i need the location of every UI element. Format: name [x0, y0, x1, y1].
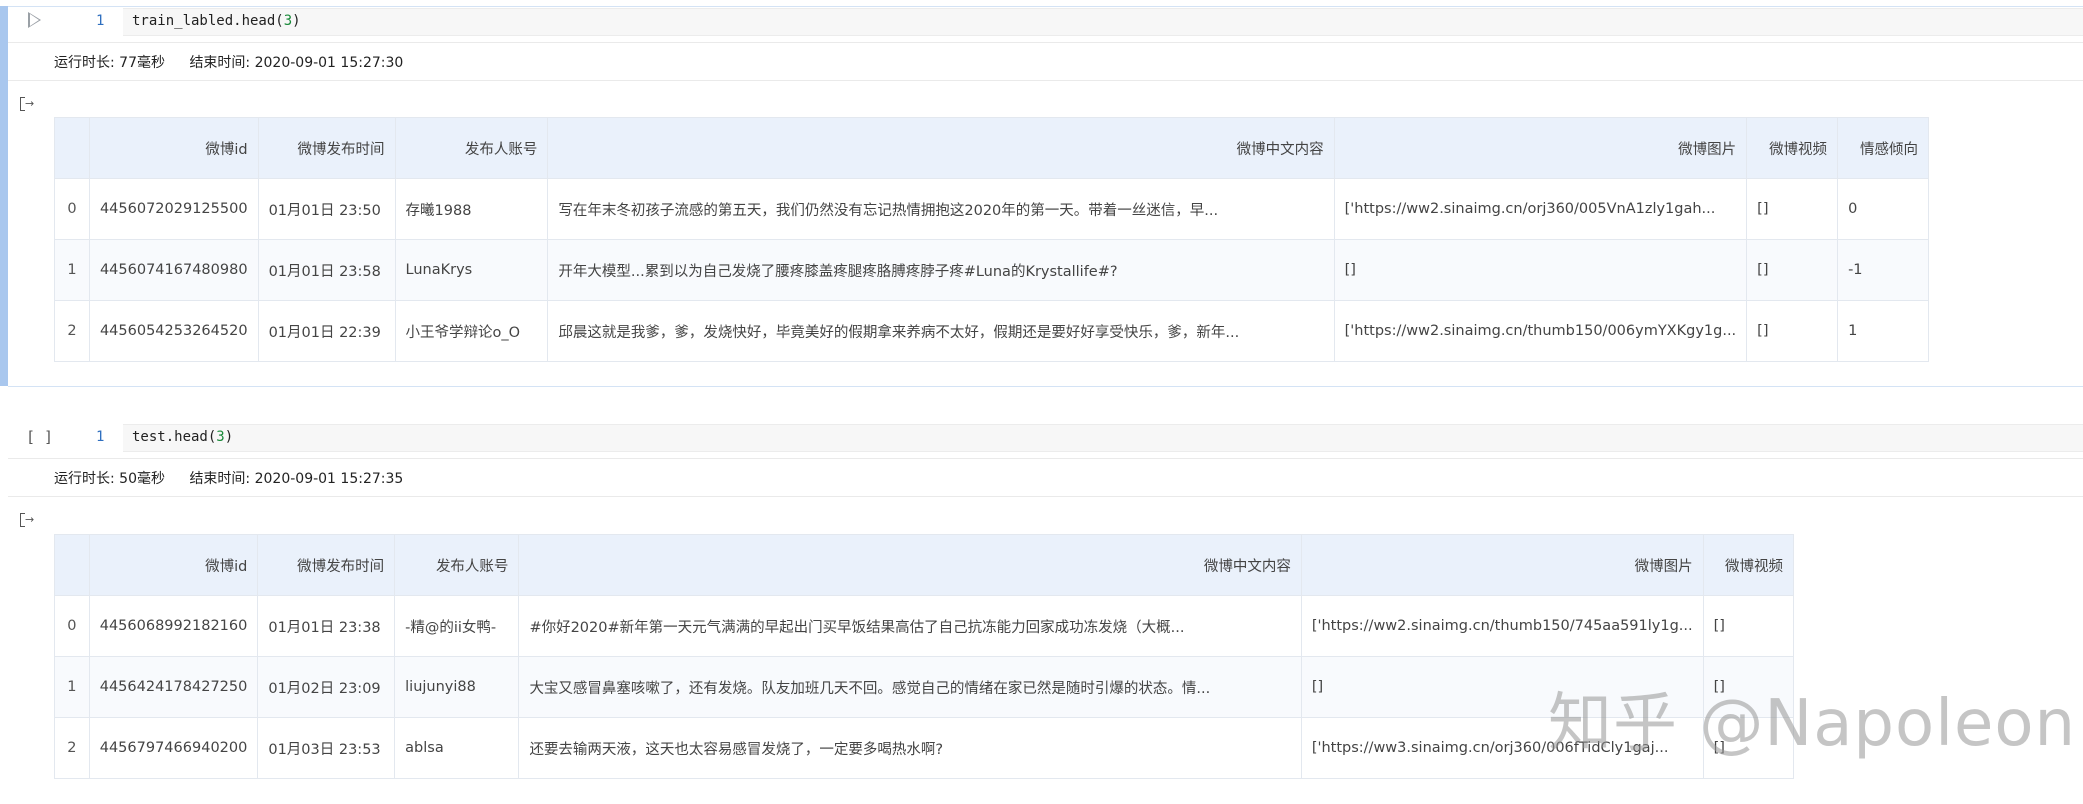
cell-images: ['https://ww2.sinaimg.cn/thumb150/006ymY…: [1333, 300, 1748, 362]
code-prefix: test.head(: [132, 429, 217, 445]
table-row: 0 4456068992182160 01月01日 23:38 -精@的ii女鸭…: [54, 595, 1795, 657]
execution-count: [ ]: [26, 428, 54, 446]
cell-video: []: [1746, 239, 1839, 301]
row-index: 2: [54, 300, 90, 362]
cell-sentiment: -1: [1837, 239, 1929, 301]
divider: [8, 496, 2083, 497]
cell-images: []: [1333, 239, 1748, 301]
dataframe-table-1: 微博id 微博发布时间 发布人账号 微博中文内容 微博图片 微博视频 情感倾向 …: [54, 117, 1929, 362]
notebook-cell-1[interactable]: 1 train_labled.head(3) 运行时长: 77毫秒 结束时间: …: [0, 0, 2083, 388]
code-input-2[interactable]: [ ] 1 test.head(3): [8, 420, 2083, 456]
cell-weibo-id: 4456068992182160: [88, 595, 259, 657]
table-row: 2 4456797466940200 01月03日 23:53 ablsa 还要…: [54, 717, 1795, 779]
code-suffix: ): [224, 429, 234, 445]
header-images: 微博图片: [1300, 534, 1704, 596]
cell-publish-time: 01月01日 23:58: [257, 239, 396, 301]
header-account: 发布人账号: [394, 117, 549, 179]
cell-content: 开年大模型...累到以为自己发烧了腰疼膝盖疼腿疼胳膊疼脖子疼#Luna的Krys…: [547, 239, 1335, 301]
cell-account: LunaKrys: [394, 239, 549, 301]
table-row: 1 4456074167480980 01月01日 23:58 LunaKrys…: [54, 239, 1929, 301]
cell-weibo-id: 4456797466940200: [88, 717, 259, 779]
cell-border-bottom: [8, 386, 2083, 387]
header-index: [54, 117, 90, 179]
header-video: 微博视频: [1746, 117, 1839, 179]
row-index: 1: [54, 239, 90, 301]
code-arg: 3: [216, 429, 225, 445]
table-row: 1 4456424178427250 01月02日 23:09 liujunyi…: [54, 656, 1795, 718]
cell-publish-time: 01月01日 23:38: [257, 595, 396, 657]
exec-duration: 运行时长: 77毫秒: [54, 55, 165, 71]
line-number: 1: [96, 13, 105, 29]
dataframe-table-2: 微博id 微博发布时间 发布人账号 微博中文内容 微博图片 微博视频 0 445…: [54, 534, 1795, 779]
code-editor-background: [123, 8, 2083, 36]
cell-weibo-id: 4456074167480980: [88, 239, 259, 301]
table-row: 2 4456054253264520 01月01日 22:39 小王爷学辩论o_…: [54, 300, 1929, 362]
execution-info: 运行时长: 77毫秒 结束时间: 2020-09-01 15:27:30: [54, 52, 423, 72]
output-toggle-icon[interactable]: →: [20, 513, 36, 527]
header-publish-time: 微博发布时间: [257, 117, 396, 179]
row-index: 1: [54, 656, 90, 718]
table-header-row: 微博id 微博发布时间 发布人账号 微博中文内容 微博图片 微博视频: [54, 534, 1795, 596]
cell-content: 大宝又感冒鼻塞咳嗽了，还有发烧。队友加班几天不回。感觉自己的情绪在家已然是随时引…: [518, 656, 1302, 718]
cell-account: -精@的ii女鸭-: [394, 595, 520, 657]
cell-content: 邱晨这就是我爹，爹，发烧快好，毕竟美好的假期拿来养病不太好，假期还是要好好享受快…: [547, 300, 1335, 362]
row-index: 0: [54, 178, 90, 240]
cell-weibo-id: 4456054253264520: [88, 300, 259, 362]
code-text[interactable]: test.head(3): [132, 429, 233, 445]
cell-content: #你好2020#新年第一天元气满满的早起出门买早饭结果高估了自己抗冻能力回家成功…: [518, 595, 1302, 657]
cell-publish-time: 01月02日 23:09: [257, 656, 396, 718]
cell-weibo-id: 4456072029125500: [88, 178, 259, 240]
watermark-text: 知乎 @Napoleon: [1548, 687, 2077, 761]
cell-video: []: [1746, 300, 1839, 362]
divider: [8, 42, 2083, 43]
header-content: 微博中文内容: [547, 117, 1335, 179]
exec-end-time: 结束时间: 2020-09-01 15:27:30: [189, 55, 404, 71]
cell-publish-time: 01月01日 23:50: [257, 178, 396, 240]
header-images: 微博图片: [1333, 117, 1748, 179]
table-header-row: 微博id 微博发布时间 发布人账号 微博中文内容 微博图片 微博视频 情感倾向: [54, 117, 1929, 179]
header-weibo-id: 微博id: [88, 117, 259, 179]
code-text[interactable]: train_labled.head(3): [132, 13, 301, 29]
header-account: 发布人账号: [394, 534, 520, 596]
header-video: 微博视频: [1702, 534, 1795, 596]
cell-account: 存曦1988: [394, 178, 549, 240]
cell-weibo-id: 4456424178427250: [88, 656, 259, 718]
cell-account: 小王爷学辩论o_O: [394, 300, 549, 362]
cell-video: []: [1746, 178, 1839, 240]
exec-end-time: 结束时间: 2020-09-01 15:27:35: [189, 471, 404, 487]
output-toggle-icon[interactable]: →: [20, 97, 36, 111]
cell-content: 写在年末冬初孩子流感的第五天，我们仍然没有忘记热情拥抱这2020年的第一天。带着…: [547, 178, 1335, 240]
code-input-1[interactable]: 1 train_labled.head(3): [8, 4, 2083, 40]
header-content: 微博中文内容: [518, 534, 1302, 596]
cell-images: ['https://ww2.sinaimg.cn/orj360/005VnA1z…: [1333, 178, 1748, 240]
divider: [8, 458, 2083, 459]
header-sentiment: 情感倾向: [1837, 117, 1929, 179]
row-index: 2: [54, 717, 90, 779]
divider: [8, 80, 2083, 81]
cell-publish-time: 01月03日 23:53: [257, 717, 396, 779]
active-cell-indicator: [0, 6, 8, 386]
header-index: [54, 534, 90, 596]
cell-sentiment: 1: [1837, 300, 1929, 362]
header-publish-time: 微博发布时间: [257, 534, 396, 596]
cell-sentiment: 0: [1837, 178, 1929, 240]
code-suffix: ): [292, 13, 301, 29]
line-number: 1: [96, 429, 105, 445]
cell-images: ['https://ww2.sinaimg.cn/thumb150/745aa5…: [1300, 595, 1704, 657]
table-row: 0 4456072029125500 01月01日 23:50 存曦1988 写…: [54, 178, 1929, 240]
execution-info: 运行时长: 50毫秒 结束时间: 2020-09-01 15:27:35: [54, 468, 423, 488]
exec-duration: 运行时长: 50毫秒: [54, 471, 165, 487]
cell-account: ablsa: [394, 717, 520, 779]
run-cell-icon[interactable]: [28, 12, 41, 28]
cell-video: []: [1702, 595, 1795, 657]
cell-content: 还要去输两天液，这天也太容易感冒发烧了，一定要多喝热水啊?: [518, 717, 1302, 779]
header-weibo-id: 微博id: [88, 534, 259, 596]
code-arg: 3: [283, 13, 293, 29]
cell-account: liujunyi88: [394, 656, 520, 718]
code-editor-background: [123, 424, 2083, 452]
cell-publish-time: 01月01日 22:39: [257, 300, 396, 362]
row-index: 0: [54, 595, 90, 657]
code-prefix: train_labled.head(: [132, 13, 284, 29]
